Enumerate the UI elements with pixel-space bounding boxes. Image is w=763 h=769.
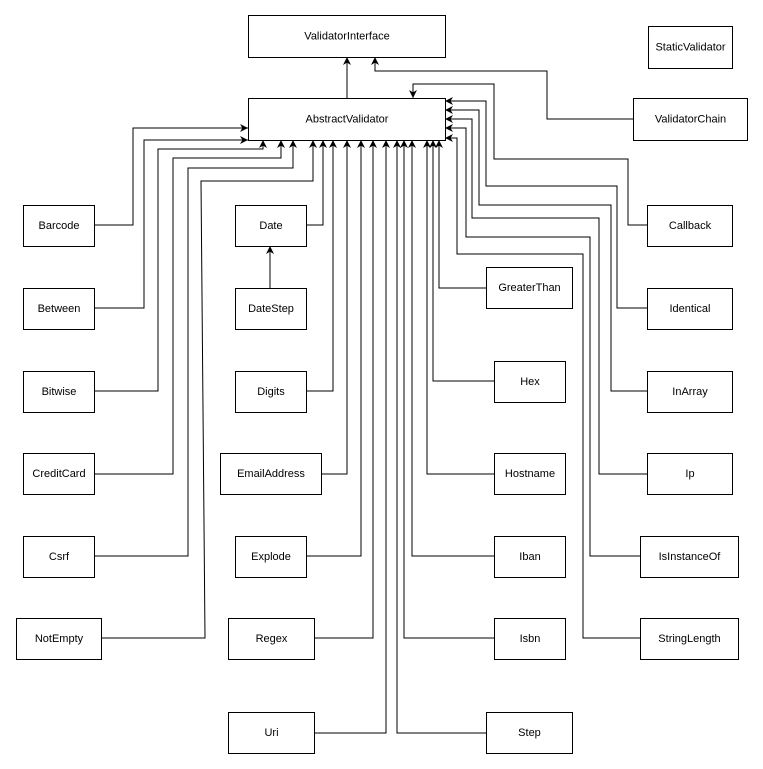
class-label: Iban — [519, 551, 540, 563]
class-label: Explode — [251, 551, 291, 563]
inheritance-edge-iban-to-av — [408, 140, 494, 557]
class-box-hostname[interactable]: Hostname — [494, 453, 566, 495]
class-label: Csrf — [49, 551, 70, 563]
class-box-hex[interactable]: Hex — [494, 361, 566, 403]
inheritance-edge-callback-to-av — [409, 83, 647, 226]
class-label: Digits — [257, 386, 285, 398]
inheritance-edge-uri-to-av — [314, 140, 390, 734]
class-box-date[interactable]: Date — [235, 205, 307, 247]
class-label: IsInstanceOf — [659, 551, 722, 563]
class-label: Callback — [669, 220, 712, 232]
class-label: Hex — [520, 376, 540, 388]
class-label: Regex — [256, 633, 288, 645]
class-box-bitwise[interactable]: Bitwise — [23, 371, 95, 413]
inheritance-edge-between-to-av — [94, 136, 248, 309]
class-box-stringlength[interactable]: StringLength — [640, 618, 739, 660]
inheritance-edge-hostname-to-av — [423, 140, 494, 475]
class-box-explode[interactable]: Explode — [235, 536, 307, 578]
class-label: Step — [518, 727, 541, 739]
class-box-ip[interactable]: Ip — [647, 453, 733, 495]
class-box-av[interactable]: AbstractValidator — [248, 98, 446, 141]
class-box-datestep[interactable]: DateStep — [235, 288, 307, 330]
class-label: ValidatorChain — [655, 114, 726, 126]
class-box-inarray[interactable]: InArray — [647, 371, 733, 413]
class-box-step[interactable]: Step — [486, 712, 573, 754]
class-label: Date — [259, 220, 282, 232]
inheritance-edge-date-to-av — [306, 140, 327, 226]
class-label: Ip — [685, 468, 694, 480]
class-label: InArray — [672, 386, 708, 398]
class-label: Isbn — [520, 633, 541, 645]
class-label: StringLength — [658, 633, 720, 645]
class-box-greaterthan[interactable]: GreaterThan — [486, 267, 573, 309]
class-box-uri[interactable]: Uri — [228, 712, 315, 754]
class-label: Between — [38, 303, 81, 315]
class-box-sv[interactable]: StaticValidator — [648, 26, 733, 69]
class-box-identical[interactable]: Identical — [647, 288, 733, 330]
class-box-callback[interactable]: Callback — [647, 205, 733, 247]
class-label: ValidatorInterface — [304, 31, 389, 43]
class-label: EmailAddress — [237, 468, 305, 480]
class-box-isbn[interactable]: Isbn — [494, 618, 566, 660]
class-label: Bitwise — [42, 386, 77, 398]
class-diagram: ValidatorInterface AbstractValidator Stati… — [16, 15, 748, 754]
inheritance-edge-isbn-to-av — [400, 140, 494, 639]
class-label: Barcode — [39, 220, 80, 232]
class-label: StaticValidator — [655, 42, 725, 54]
class-label: Hostname — [505, 468, 555, 480]
class-label: AbstractValidator — [306, 114, 389, 126]
class-box-iban[interactable]: Iban — [494, 536, 566, 578]
inheritance-edge-email-to-av — [321, 140, 351, 475]
class-label: DateStep — [248, 303, 294, 315]
class-box-isinstanceof[interactable]: IsInstanceOf — [640, 536, 739, 578]
class-box-notempty[interactable]: NotEmpty — [16, 618, 102, 660]
inheritance-edge-barcode-to-av — [94, 124, 248, 226]
class-label: Uri — [264, 727, 278, 739]
inheritance-edge-hex-to-av — [429, 140, 494, 382]
class-label: GreaterThan — [498, 282, 560, 294]
class-box-regex[interactable]: Regex — [228, 618, 315, 660]
class-box-digits[interactable]: Digits — [235, 371, 307, 413]
inheritance-edge-digits-to-av — [306, 140, 337, 392]
class-box-csrf[interactable]: Csrf — [23, 536, 95, 578]
inheritance-edge-bitwise-to-av — [94, 140, 267, 392]
class-label: Identical — [670, 303, 711, 315]
class-box-vc[interactable]: ValidatorChain — [633, 98, 748, 141]
inheritance-edge-step-to-av — [393, 140, 486, 734]
class-box-email[interactable]: EmailAddress — [220, 453, 322, 495]
class-box-barcode[interactable]: Barcode — [23, 205, 95, 247]
class-label: CreditCard — [32, 468, 85, 480]
class-box-vi[interactable]: ValidatorInterface — [248, 15, 446, 58]
class-box-creditcard[interactable]: CreditCard — [23, 453, 95, 495]
class-label: NotEmpty — [35, 633, 84, 645]
class-box-between[interactable]: Between — [23, 288, 95, 330]
